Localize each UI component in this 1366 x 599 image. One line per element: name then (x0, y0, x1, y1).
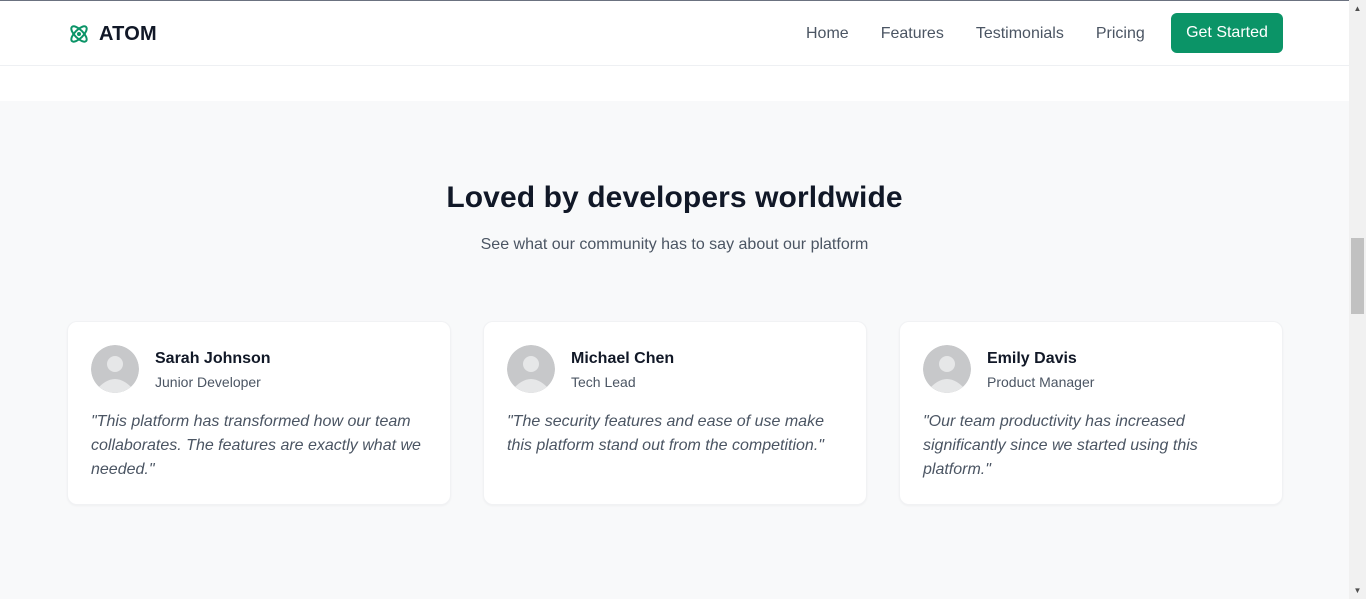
brand-name: ATOM (99, 22, 157, 45)
person-role: Tech Lead (571, 374, 636, 390)
navbar: ATOM Home Features Testimonials Pricing … (0, 1, 1349, 66)
page: ATOM Home Features Testimonials Pricing … (0, 0, 1366, 599)
nav-link-features[interactable]: Features (881, 22, 944, 46)
person-name: Sarah Johnson (155, 350, 271, 367)
testimonial-quote: "Our team productivity has increased sig… (923, 413, 1198, 478)
vertical-scrollbar[interactable]: ▲ ▼ (1349, 0, 1366, 599)
arrow-up-icon[interactable]: ▲ (1349, 0, 1366, 17)
nav-links: Home Features Testimonials Pricing (806, 22, 1177, 46)
person-name: Michael Chen (571, 350, 675, 367)
nav-link-testimonials[interactable]: Testimonials (976, 22, 1064, 46)
avatar (91, 345, 139, 393)
testimonial-quote: "The security features and ease of use m… (507, 413, 824, 454)
nav-link-home[interactable]: Home (806, 22, 849, 46)
testimonial-card: Michael Chen Tech Lead "The security fea… (483, 321, 867, 505)
testimonial-card: Emily Davis Product Manager "Our team pr… (899, 321, 1283, 505)
atom-icon (67, 22, 91, 46)
testimonials-section: Loved by developers worldwide See what o… (0, 101, 1349, 599)
testimonial-quote: "This platform has transformed how our t… (91, 413, 421, 478)
avatar (923, 345, 971, 393)
testimonial-card: Sarah Johnson Junior Developer "This pla… (67, 321, 451, 505)
person-name: Emily Davis (987, 350, 1077, 367)
person-role: Product Manager (987, 374, 1095, 390)
scrollbar-thumb[interactable] (1351, 238, 1364, 314)
avatar (507, 345, 555, 393)
section-title: Loved by developers worldwide (446, 181, 903, 214)
get-started-button[interactable]: Get Started (1171, 13, 1283, 53)
person-role: Junior Developer (155, 374, 261, 390)
section-subtitle: See what our community has to say about … (480, 236, 869, 253)
nav-link-pricing[interactable]: Pricing (1096, 22, 1145, 46)
arrow-down-icon[interactable]: ▼ (1349, 582, 1366, 599)
brand-logo[interactable]: ATOM (67, 21, 157, 47)
